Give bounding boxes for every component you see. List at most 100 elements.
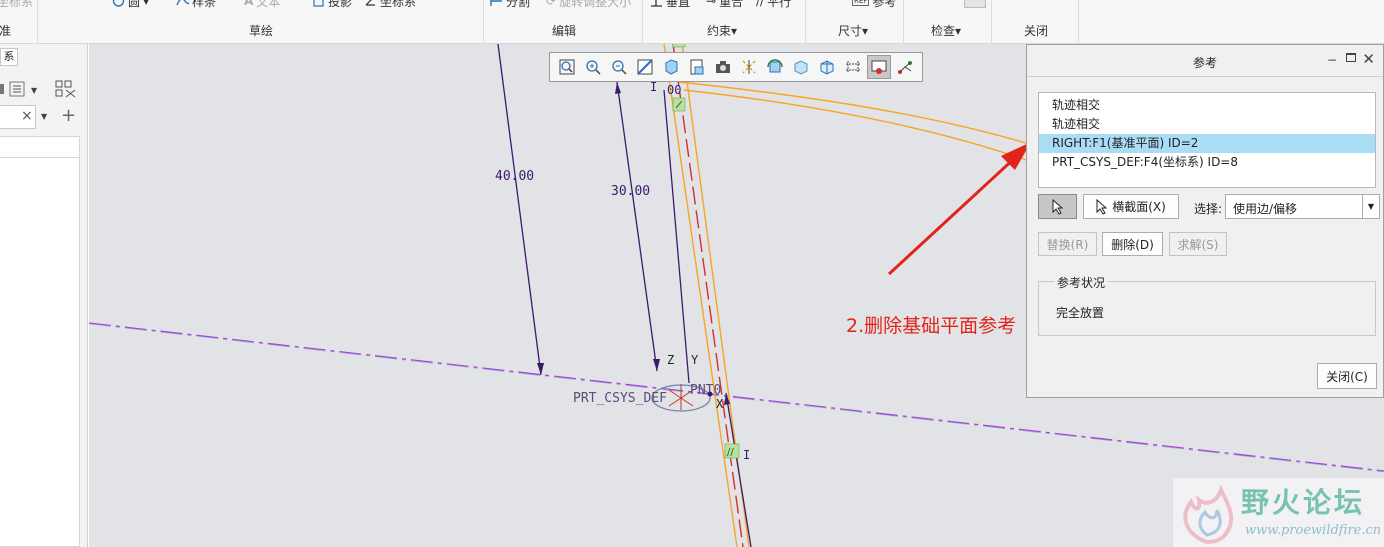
csys-command[interactable]: 坐标系 — [0, 0, 33, 9]
sketch-display-button[interactable] — [841, 55, 865, 79]
csys2-command-label: 坐标系 — [380, 0, 417, 9]
chevron-down-icon[interactable]: ▼ — [31, 86, 38, 95]
group-label-dimension[interactable]: 尺寸▾ — [838, 22, 868, 39]
text-command[interactable]: A 文本 — [244, 0, 280, 9]
chevron-down-icon[interactable]: ▼ — [41, 112, 47, 121]
vertical-command-label: 垂直 — [666, 0, 691, 9]
csys2-command[interactable]: 坐标系 — [364, 0, 416, 9]
parallel-command-label: 平行 — [767, 0, 792, 9]
zoom-in-button[interactable] — [581, 55, 605, 79]
spin-center-button[interactable] — [763, 55, 787, 79]
rotate-resize-command-label: 旋转调整大小 — [559, 0, 632, 9]
solve-button[interactable]: 求解(S) — [1169, 232, 1227, 256]
select-label: 选择: — [1194, 202, 1223, 216]
dialog-titlebar[interactable]: 参考 − ✕ — [1027, 45, 1383, 77]
project-icon — [313, 0, 324, 7]
maximize-icon[interactable] — [1346, 53, 1356, 62]
replace-button[interactable]: 替换(R) — [1038, 232, 1097, 256]
project-command[interactable]: 投影 — [312, 0, 352, 9]
group-label-inspect[interactable]: 检查▾ — [931, 22, 961, 39]
sketch-view-icon — [871, 60, 887, 74]
parallel-marker: // — [727, 447, 734, 458]
dimension-00[interactable]: 00 — [667, 83, 681, 97]
circle-command[interactable]: 圆 ▼ — [112, 0, 149, 9]
view-manager-button[interactable] — [685, 55, 709, 79]
dimension-30[interactable]: 30.00 — [611, 184, 650, 199]
group-label-constrain[interactable]: 约束▾ — [707, 22, 737, 39]
chevron-down-icon[interactable]: ▼ — [143, 0, 149, 6]
inspect-tool[interactable] — [964, 0, 986, 9]
reference-list-item[interactable]: RIGHT:F1(基准平面) ID=2 — [1039, 134, 1375, 153]
divide-command[interactable]: 分割 — [490, 0, 530, 9]
model-tree-panel: 系 ▼ × ▼ + — [0, 44, 88, 547]
trajectory-centerline[interactable] — [672, 44, 744, 547]
ribbon-separator — [642, 0, 643, 44]
repaint-button[interactable] — [633, 55, 657, 79]
parallel-command[interactable]: // 平行 — [756, 0, 791, 9]
reference-command[interactable]: REF 参考 — [852, 0, 896, 9]
select-reference-button[interactable] — [1038, 194, 1077, 219]
panel-tab[interactable]: 系 — [0, 48, 18, 66]
group-label-close[interactable]: 关闭 — [1024, 22, 1048, 39]
tree-settings-icon[interactable] — [9, 81, 25, 97]
selection-filter-select[interactable]: 使用边/偏移 ▼ — [1225, 194, 1380, 219]
filter-icon[interactable] — [0, 84, 4, 94]
display-datum-button[interactable] — [737, 55, 761, 79]
references-dialog: 参考 − ✕ 轨迹相交 轨迹相交 RIGHT:F1(基准平面) ID=2 PRT_CS… — [1026, 44, 1384, 398]
coincident-command[interactable]: ⊸ 重合 — [706, 0, 743, 9]
axis-y-label: Y — [691, 353, 699, 367]
delete-button[interactable]: 删除(D) — [1102, 232, 1163, 256]
shading-button[interactable] — [789, 55, 813, 79]
spline-command[interactable]: 样条 — [176, 0, 216, 9]
zoom-out-button[interactable] — [607, 55, 631, 79]
reference-list-item[interactable]: 轨迹相交 — [1039, 96, 1375, 115]
cursor-arrow-icon — [1096, 198, 1108, 215]
perspective-button[interactable] — [711, 55, 735, 79]
coordinate-system-icon — [365, 0, 375, 6]
saved-views-button[interactable] — [659, 55, 683, 79]
annotation-arrow — [887, 154, 1019, 276]
constraint-icon[interactable] — [672, 44, 686, 48]
ribbon-separator — [483, 0, 484, 44]
vertical-command[interactable]: 垂直 — [650, 0, 690, 9]
chevron-down-icon[interactable]: ▼ — [1362, 195, 1379, 218]
reference-status-title: 参考状况 — [1054, 274, 1109, 291]
reference-list[interactable]: 轨迹相交 轨迹相交 RIGHT:F1(基准平面) ID=2 PRT_CSYS_DEF:… — [1038, 92, 1376, 188]
sketch-view-button[interactable] — [867, 55, 891, 79]
circle-command-label: 圆 — [128, 0, 141, 9]
show-icon[interactable] — [55, 80, 76, 98]
refit-button[interactable] — [555, 55, 579, 79]
rotate-resize-command[interactable]: ⟳ 旋转调整大小 — [546, 0, 631, 9]
trajectory-edge[interactable] — [663, 44, 738, 547]
dimension-line-40[interactable] — [497, 44, 542, 376]
minimize-icon[interactable]: − — [1327, 53, 1337, 67]
group-label-sketch: 草绘 — [249, 24, 274, 38]
display-style-button[interactable] — [815, 55, 839, 79]
close-dialog-button[interactable]: 关闭(C) — [1317, 363, 1377, 389]
trajectory-curve[interactable] — [678, 81, 1030, 145]
divide-icon — [490, 0, 502, 6]
point-label[interactable]: PNT0 — [690, 383, 721, 398]
reference-list-item[interactable]: PRT_CSYS_DEF:F4(坐标系) ID=8 — [1039, 153, 1375, 172]
forum-watermark: 野火论坛 www.proewildfire.cn — [1173, 478, 1384, 547]
constraint-display-button[interactable] — [893, 55, 917, 79]
divide-command-label: 分割 — [506, 0, 531, 9]
reference-status-value: 完全放置 — [1056, 306, 1105, 320]
dimension-40[interactable]: 40.00 — [495, 169, 534, 184]
point-marker[interactable] — [707, 391, 713, 397]
csys-label[interactable]: PRT_CSYS_DEF — [573, 391, 667, 406]
tree-area[interactable] — [0, 136, 80, 547]
close-icon[interactable]: ✕ — [1362, 50, 1375, 68]
saved-views-icon — [665, 59, 678, 75]
dimension-line[interactable] — [725, 392, 752, 547]
clear-icon[interactable]: × — [21, 108, 33, 124]
cross-section-button[interactable]: 横截面(X) — [1083, 194, 1179, 219]
project-command-label: 投影 — [328, 0, 353, 9]
add-icon[interactable]: + — [61, 105, 76, 126]
sketch-display-icon — [846, 61, 860, 73]
trajectory-curve[interactable] — [683, 89, 1030, 162]
reference-list-item[interactable]: 轨迹相交 — [1039, 115, 1375, 134]
dimension-line-30[interactable] — [616, 81, 658, 372]
spin-center-icon — [767, 59, 783, 73]
ribbon-separator — [37, 0, 38, 44]
